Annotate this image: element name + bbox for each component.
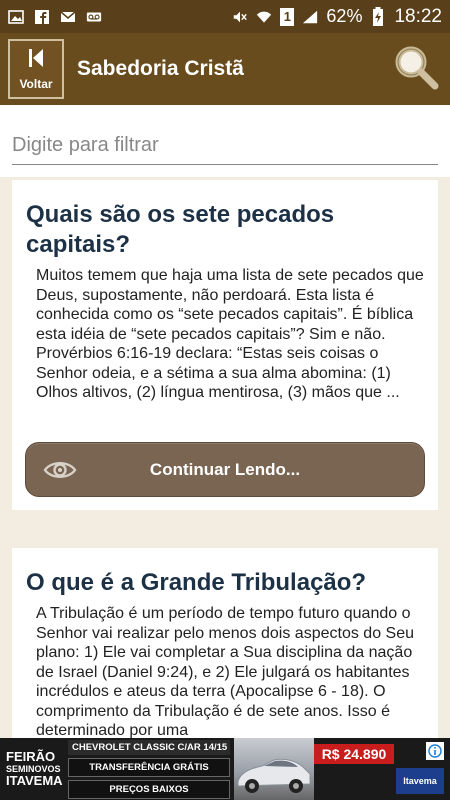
- wifi-icon: [256, 9, 272, 25]
- filter-input[interactable]: [12, 125, 438, 165]
- ad-info-icon[interactable]: [426, 742, 444, 760]
- article-excerpt: Muitos temem que haja uma lista de sete …: [36, 267, 424, 401]
- ad-offer-prices: PREÇOS BAIXOS: [68, 779, 230, 799]
- article-card: Quais são os sete pecados capitais? Muit…: [12, 180, 438, 510]
- facebook-icon: [34, 9, 50, 25]
- continue-reading-button[interactable]: Continuar Lendo...: [25, 442, 425, 497]
- sim-icon: 1: [280, 7, 295, 26]
- battery-charging-icon: [370, 6, 386, 26]
- ad-logo: FEIRÃO SEMINOVOS ITAVEMA: [6, 749, 63, 788]
- ad-banner[interactable]: FEIRÃO SEMINOVOS ITAVEMA CHEVROLET CLASS…: [0, 738, 450, 800]
- skip-back-icon: [28, 48, 44, 73]
- battery-percent: 62%: [326, 6, 363, 26]
- article-title[interactable]: Quais são os sete pecados capitais?: [12, 180, 438, 260]
- continue-reading-label: Continuar Lendo...: [149, 459, 301, 479]
- search-button[interactable]: [392, 45, 440, 93]
- back-button[interactable]: Voltar: [8, 39, 64, 99]
- article-excerpt: A Tribulação é um período de tempo futur…: [36, 605, 414, 739]
- voicemail-icon: [86, 9, 102, 25]
- app-bar: Voltar Sabedoria Cristã: [0, 33, 450, 105]
- car-image: [234, 738, 314, 800]
- mute-icon: [232, 9, 248, 25]
- signal-icon: [302, 9, 318, 25]
- image-icon: [8, 9, 24, 25]
- ad-offer-transfer: TRANSFERÊNCIA GRÁTIS: [68, 757, 230, 777]
- status-bar: 1 62% 18:22: [0, 0, 450, 33]
- page-title: Sabedoria Cristã: [77, 57, 244, 80]
- article-title[interactable]: O que é a Grande Tribulação?: [12, 548, 438, 598]
- eye-icon: [40, 450, 80, 490]
- ad-brand: Itavema: [396, 768, 444, 794]
- ad-price-area: R$ 24.890 Itavema: [314, 738, 450, 800]
- clock: 18:22: [394, 5, 442, 27]
- ad-price: R$ 24.890: [314, 744, 394, 764]
- search-icon: [393, 44, 439, 95]
- back-label: Voltar: [19, 76, 53, 91]
- mail-icon: [60, 9, 76, 25]
- filter-section: [0, 105, 450, 177]
- ad-offer: CHEVROLET CLASSIC C/AR 14/15 TRANSFERÊNC…: [64, 738, 234, 800]
- ad-model: CHEVROLET CLASSIC C/AR 14/15: [68, 739, 230, 755]
